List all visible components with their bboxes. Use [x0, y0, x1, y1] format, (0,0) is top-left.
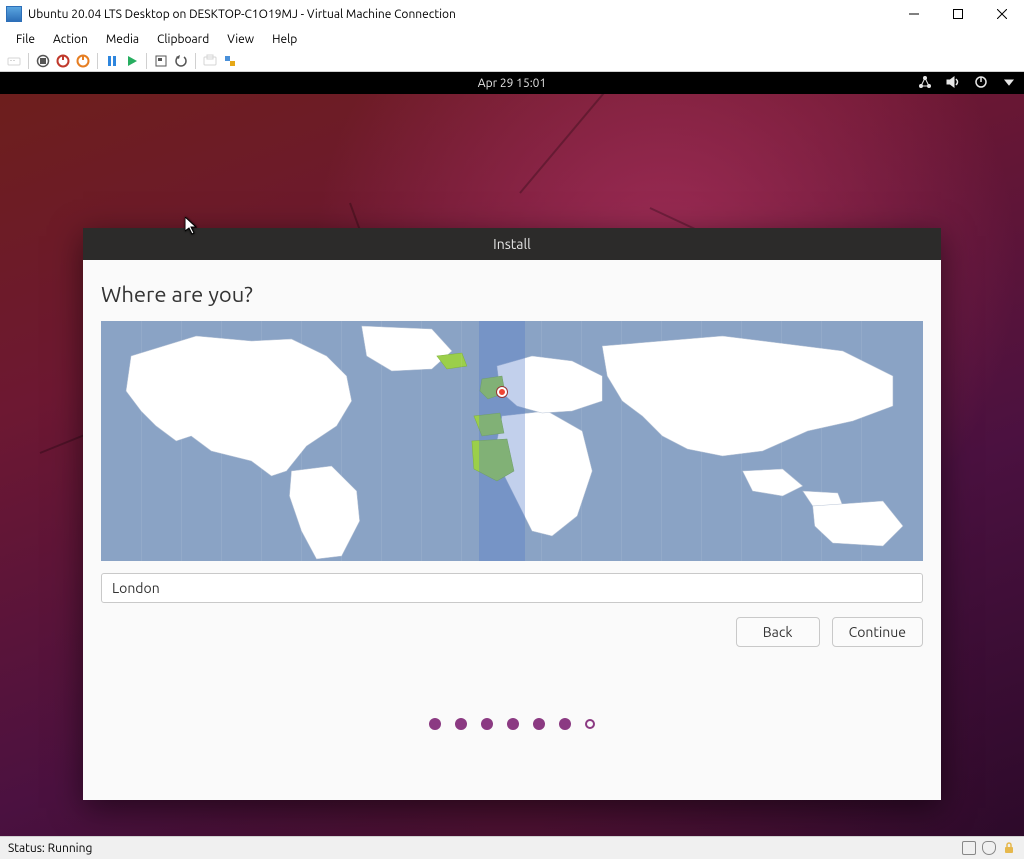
- progress-dot: [481, 718, 493, 730]
- progress-dot: [507, 718, 519, 730]
- installer-heading: Where are you?: [101, 282, 923, 307]
- progress-dot: [533, 718, 545, 730]
- disk-icon: [962, 841, 976, 855]
- back-button[interactable]: Back: [736, 617, 820, 647]
- vmconnect-icon: [6, 6, 22, 22]
- save-button[interactable]: [75, 53, 91, 69]
- timezone-map[interactable]: [101, 321, 923, 561]
- host-toolbar: [0, 50, 1024, 72]
- selected-timezone-band: [479, 321, 525, 561]
- chevron-down-icon[interactable]: [1002, 75, 1016, 92]
- menu-file[interactable]: File: [8, 31, 43, 48]
- start-button[interactable]: [124, 53, 140, 69]
- mouse-icon: [982, 841, 996, 855]
- lock-icon: [1002, 841, 1016, 855]
- menu-action[interactable]: Action: [45, 31, 96, 48]
- revert-button[interactable]: [173, 53, 189, 69]
- installer-title-bar: Install: [83, 228, 941, 260]
- menu-clipboard[interactable]: Clipboard: [149, 31, 217, 48]
- share-button[interactable]: [222, 53, 238, 69]
- installer-window: Install Where are you?: [83, 228, 941, 800]
- timezone-input[interactable]: [101, 573, 923, 603]
- enhanced-session-button[interactable]: [202, 53, 218, 69]
- network-icon[interactable]: [918, 75, 932, 92]
- close-button[interactable]: [980, 0, 1024, 28]
- progress-dot: [455, 718, 467, 730]
- progress-dot: [559, 718, 571, 730]
- turn-off-button[interactable]: [35, 53, 51, 69]
- host-title-bar: Ubuntu 20.04 LTS Desktop on DESKTOP-C1O1…: [0, 0, 1024, 28]
- installer-title: Install: [493, 236, 531, 252]
- window-title: Ubuntu 20.04 LTS Desktop on DESKTOP-C1O1…: [28, 8, 456, 21]
- gnome-status-area[interactable]: [918, 72, 1016, 94]
- volume-icon[interactable]: [946, 75, 960, 92]
- host-menu-bar: File Action Media Clipboard View Help: [0, 28, 1024, 50]
- progress-dot: [429, 718, 441, 730]
- menu-view[interactable]: View: [219, 31, 262, 48]
- gnome-top-bar: Apr 29 15:01: [0, 72, 1024, 94]
- status-value: Running: [48, 842, 93, 855]
- maximize-button[interactable]: [936, 0, 980, 28]
- menu-help[interactable]: Help: [264, 31, 305, 48]
- clock-label[interactable]: Apr 29 15:01: [478, 77, 546, 90]
- vm-viewport[interactable]: Apr 29 15:01 Install Where are you?: [0, 72, 1024, 836]
- shut-down-button[interactable]: [55, 53, 71, 69]
- status-label: Status:: [8, 842, 45, 855]
- checkpoint-button[interactable]: [153, 53, 169, 69]
- menu-media[interactable]: Media: [98, 31, 147, 48]
- continue-button[interactable]: Continue: [832, 617, 923, 647]
- location-pin-icon: [497, 387, 507, 397]
- host-status-bar: Status: Running: [0, 836, 1024, 859]
- minimize-button[interactable]: [892, 0, 936, 28]
- progress-dot-current: [585, 719, 595, 729]
- pause-button[interactable]: [104, 53, 120, 69]
- power-icon[interactable]: [974, 75, 988, 92]
- ctrl-alt-del-button[interactable]: [6, 53, 22, 69]
- progress-dots: [101, 647, 923, 800]
